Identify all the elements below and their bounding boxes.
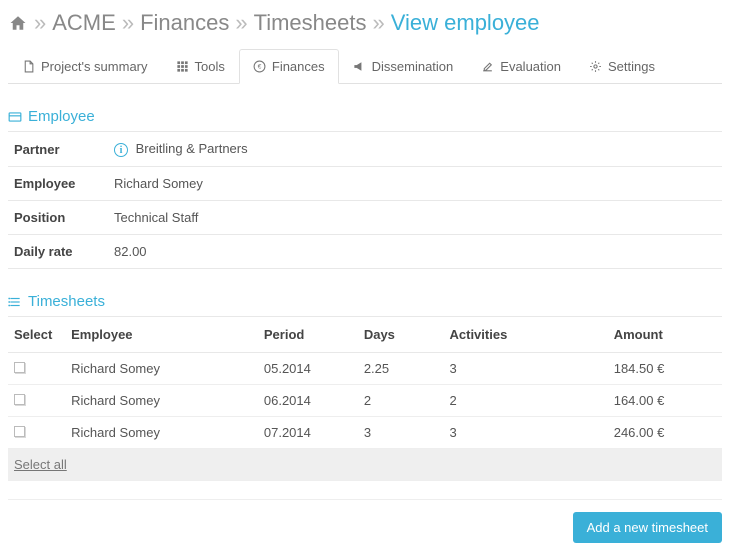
timesheets-table: Select Employee Period Days Activities A… [8,316,722,481]
value-employee: Richard Somey [108,167,722,201]
row-checkbox[interactable] [14,362,25,373]
tab-dissemination[interactable]: Dissemination [339,49,468,84]
tab-settings[interactable]: Settings [575,49,669,84]
svg-text:€: € [258,64,262,71]
file-icon [22,60,35,73]
cell-activities: 3 [444,417,608,449]
table-row: Richard Somey 05.2014 2.25 3 184.50 € [8,353,722,385]
select-all-link[interactable]: Select all [14,457,67,472]
cell-days: 2 [358,385,444,417]
label-daily-rate: Daily rate [8,235,108,269]
value-position: Technical Staff [108,201,722,235]
section-title-timesheets: Timesheets [8,293,722,310]
table-row: Richard Somey 07.2014 3 3 246.00 € [8,417,722,449]
th-days: Days [358,317,444,353]
tab-tools[interactable]: Tools [162,49,239,84]
th-period: Period [258,317,358,353]
tab-label: Dissemination [372,59,454,74]
tab-label: Settings [608,59,655,74]
tabs: Project's summary Tools € Finances Disse… [8,48,722,84]
employee-details: Partner i Breitling & Partners Employee … [8,131,722,269]
info-icon[interactable]: i [114,143,128,157]
label-partner: Partner [8,132,108,167]
cell-amount: 164.00 € [608,385,722,417]
th-amount: Amount [608,317,722,353]
add-timesheet-button[interactable]: Add a new timesheet [573,512,722,543]
tab-label: Finances [272,59,325,74]
tab-label: Tools [195,59,225,74]
th-activities: Activities [444,317,608,353]
select-all-row: Select all [8,449,722,481]
list-icon [8,295,22,309]
cell-period: 06.2014 [258,385,358,417]
breadcrumb-acme[interactable]: ACME [52,10,116,36]
grid-icon [176,60,189,73]
cell-activities: 3 [444,353,608,385]
breadcrumb-timesheets[interactable]: Timesheets [254,10,367,36]
table-row: Richard Somey 06.2014 2 2 164.00 € [8,385,722,417]
cell-amount: 184.50 € [608,353,722,385]
home-icon [8,14,28,32]
row-checkbox[interactable] [14,394,25,405]
footer: Add a new timesheet [8,499,722,543]
cell-period: 07.2014 [258,417,358,449]
cell-employee: Richard Somey [65,417,258,449]
value-partner: Breitling & Partners [136,141,248,156]
breadcrumb-finances[interactable]: Finances [140,10,229,36]
label-position: Position [8,201,108,235]
section-title-employee: Employee [8,108,722,125]
breadcrumb-sep: » [32,10,48,36]
cell-amount: 246.00 € [608,417,722,449]
gear-icon [589,60,602,73]
euro-icon: € [253,60,266,73]
cell-days: 3 [358,417,444,449]
value-daily-rate: 82.00 [108,235,722,269]
section-title-text: Timesheets [28,293,105,310]
tab-evaluation[interactable]: Evaluation [467,49,575,84]
breadcrumb-sep: » [370,10,386,36]
bullhorn-icon [353,60,366,73]
label-employee: Employee [8,167,108,201]
breadcrumb-home[interactable] [8,10,28,36]
cell-employee: Richard Somey [65,385,258,417]
tab-projects-summary[interactable]: Project's summary [8,49,162,84]
breadcrumb-sep: » [233,10,249,36]
breadcrumb: » ACME » Finances » Timesheets » View em… [8,8,722,44]
tab-finances[interactable]: € Finances [239,49,339,84]
th-employee: Employee [65,317,258,353]
cell-employee: Richard Somey [65,353,258,385]
cell-period: 05.2014 [258,353,358,385]
cell-days: 2.25 [358,353,444,385]
cell-activities: 2 [444,385,608,417]
edit-icon [481,60,494,73]
breadcrumb-sep: » [120,10,136,36]
th-select: Select [8,317,65,353]
row-checkbox[interactable] [14,426,25,437]
card-icon [8,110,22,124]
tab-label: Project's summary [41,59,148,74]
tab-label: Evaluation [500,59,561,74]
section-title-text: Employee [28,108,95,125]
breadcrumb-current: View employee [391,10,540,36]
